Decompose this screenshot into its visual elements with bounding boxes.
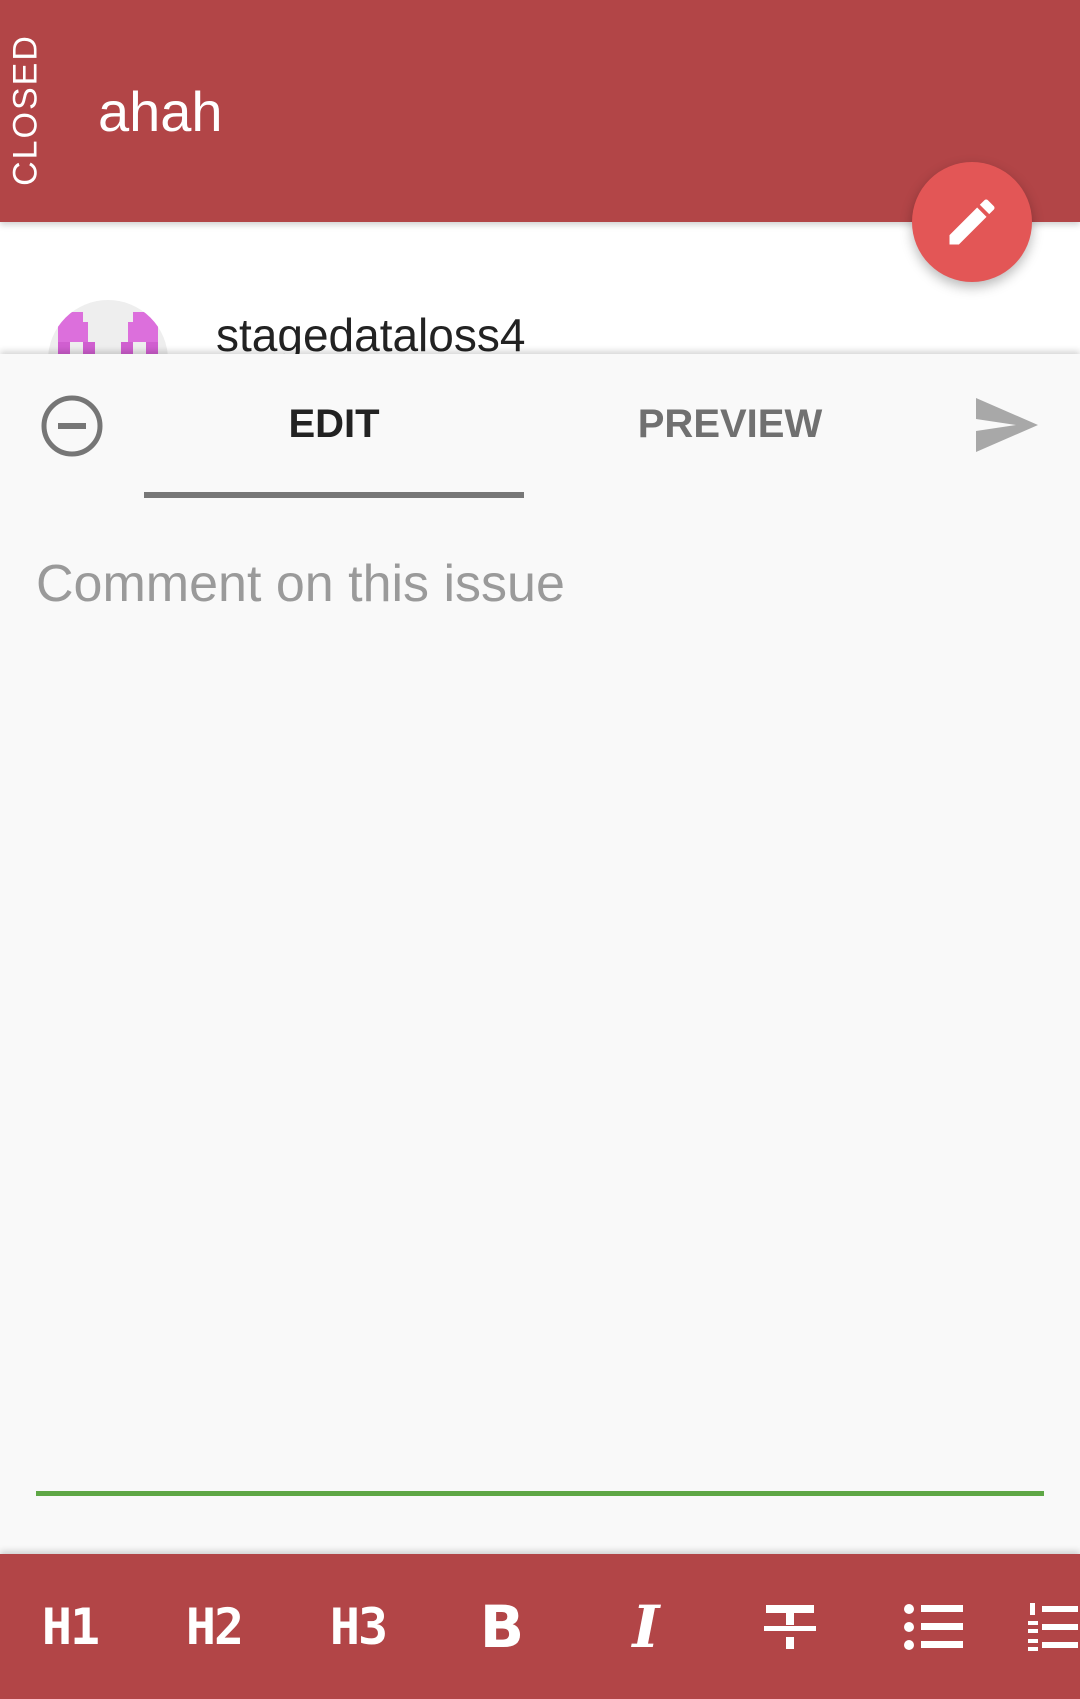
italic-icon: I xyxy=(632,1592,660,1661)
app-bar: CLOSED ahah xyxy=(0,0,1080,222)
heading1-button[interactable]: H1 xyxy=(20,1554,120,1699)
numbered-list-icon xyxy=(1028,1602,1078,1651)
comment-editor-sheet: EDIT PREVIEW xyxy=(0,354,1080,1554)
avatar[interactable] xyxy=(48,300,168,354)
comment-author-name[interactable]: stagedataloss4 xyxy=(216,308,525,354)
comment-input[interactable] xyxy=(36,554,1044,1394)
selected-tab-indicator xyxy=(144,492,524,498)
issue-state-label: CLOSED xyxy=(6,34,45,186)
bullet-list-icon xyxy=(904,1603,963,1650)
strikethrough-button[interactable] xyxy=(740,1554,840,1699)
numbered-list-button[interactable] xyxy=(1028,1554,1080,1699)
remove-circle-icon xyxy=(41,395,103,457)
strikethrough-icon xyxy=(764,1604,816,1649)
heading3-label: H3 xyxy=(329,1597,388,1656)
issue-title: ahah xyxy=(98,80,223,143)
collapse-editor-button[interactable] xyxy=(38,392,106,460)
heading3-button[interactable]: H3 xyxy=(308,1554,408,1699)
markdown-toolbar: H1 H2 H3 B I xyxy=(0,1554,1080,1699)
send-icon xyxy=(976,398,1038,452)
bullet-list-button[interactable] xyxy=(884,1554,984,1699)
tab-edit[interactable]: EDIT xyxy=(144,402,524,447)
identicon-image xyxy=(58,312,158,354)
italic-button[interactable]: I xyxy=(596,1554,696,1699)
heading2-button[interactable]: H2 xyxy=(164,1554,264,1699)
tab-preview[interactable]: PREVIEW xyxy=(540,402,920,447)
pencil-icon xyxy=(949,199,995,245)
comment-input-underline xyxy=(36,1491,1044,1496)
send-comment-button[interactable] xyxy=(972,394,1042,456)
edit-fab-button[interactable] xyxy=(912,162,1032,282)
heading1-label: H1 xyxy=(41,1597,100,1656)
bold-icon: B xyxy=(479,1592,525,1661)
heading2-label: H2 xyxy=(185,1597,244,1656)
bold-button[interactable]: B xyxy=(452,1554,552,1699)
